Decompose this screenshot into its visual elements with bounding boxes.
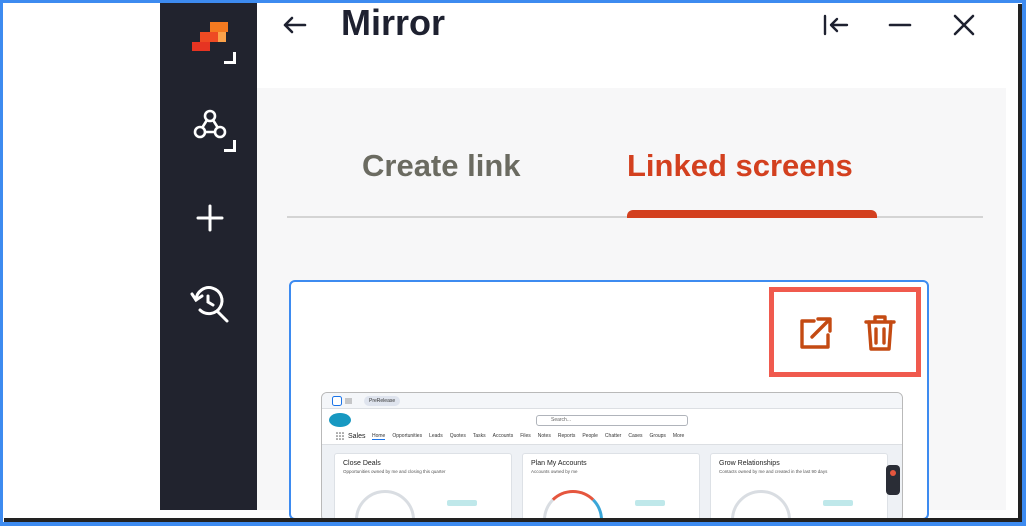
close-icon[interactable] <box>947 10 981 40</box>
tab-linked-screens[interactable]: Linked screens <box>627 148 853 184</box>
cloud-logo-icon <box>329 413 351 427</box>
thumbnail-nav-item: Cases <box>628 433 643 439</box>
thumbnail-widget <box>886 465 900 495</box>
open-external-icon[interactable] <box>796 312 836 354</box>
linked-screen-card[interactable]: PreRelease Search... Sales Home Opportun… <box>289 280 929 522</box>
network-nodes-icon[interactable] <box>178 92 242 156</box>
window-shadow <box>1018 4 1026 526</box>
thumbnail-panel: Close Deals Opportunities owned by me an… <box>334 453 512 521</box>
thumbnail-panel-title: Close Deals <box>343 460 381 467</box>
thumbnail-panel-subtitle: Accounts owned by me <box>531 469 578 474</box>
thumbnail-search: Search... <box>536 415 688 426</box>
active-tab-indicator <box>627 210 877 218</box>
logo-icon[interactable] <box>178 4 242 68</box>
desktop-background <box>3 3 160 515</box>
collapse-left-icon[interactable] <box>819 10 853 40</box>
thumbnail-app-name: Sales <box>348 433 366 440</box>
app-window: Mirror Create link Linked screens PreRel… <box>0 0 1026 526</box>
trash-icon[interactable] <box>860 312 900 354</box>
thumbnail-nav-item: Tasks <box>472 433 486 439</box>
thumbnail-nav: Home Opportunities Leads Quotes Tasks Ac… <box>372 433 684 440</box>
corner-indicator <box>224 52 236 64</box>
thumbnail-panel-subtitle: Opportunities owned by me and closing th… <box>343 469 446 474</box>
actions-highlight <box>769 287 921 377</box>
thumbnail-panel-title: Grow Relationships <box>719 460 780 467</box>
window-shadow <box>4 518 1026 526</box>
thumbnail-pill <box>823 500 853 506</box>
thumbnail-pill <box>447 500 477 506</box>
thumbnail-panel: Grow Relationships Contacts owned by me … <box>710 453 888 521</box>
panel-header: Mirror <box>257 0 1006 88</box>
thumbnail-nav-item: More <box>672 433 685 439</box>
corner-indicator <box>224 140 236 152</box>
thumbnail-nav-item: Accounts <box>492 433 514 439</box>
minimize-icon[interactable] <box>883 10 917 40</box>
app-launcher-icon <box>336 432 344 440</box>
thumbnail-badge: PreRelease <box>364 396 401 406</box>
mirror-panel: Mirror Create link Linked screens PreRel… <box>257 0 1006 522</box>
thumbnail-nav-item: Notes <box>537 433 551 439</box>
thumbnail-nav-item: Chatter <box>604 433 622 439</box>
plus-icon[interactable] <box>178 186 242 250</box>
arrow-left-icon[interactable] <box>279 10 311 40</box>
history-search-icon[interactable] <box>178 272 242 336</box>
thumbnail-panel-title: Plan My Accounts <box>531 460 587 467</box>
thumbnail-window-controls-icon <box>332 396 352 406</box>
thumbnail-nav-item: Reports <box>557 433 576 439</box>
thumbnail-nav-item: Home <box>372 433 386 440</box>
side-rail <box>160 0 257 510</box>
screen-thumbnail[interactable]: PreRelease Search... Sales Home Opportun… <box>321 392 903 522</box>
thumbnail-topbar: PreRelease <box>322 393 902 409</box>
page-title: Mirror <box>341 2 446 43</box>
tab-create-link[interactable]: Create link <box>362 148 521 184</box>
thumbnail-panel: Plan My Accounts Accounts owned by me <box>522 453 700 521</box>
thumbnail-nav-item: Quotes <box>449 433 466 439</box>
thumbnail-nav-item: Groups <box>649 433 666 439</box>
thumbnail-nav-item: People <box>582 433 598 439</box>
thumbnail-panel-subtitle: Contacts owned by me and created in the … <box>719 469 828 474</box>
thumbnail-nav-item: Opportunities <box>392 433 423 439</box>
tab-bar: Create link Linked screens <box>287 140 983 218</box>
thumbnail-nav-item: Files <box>520 433 531 439</box>
thumbnail-nav-item: Leads <box>429 433 443 439</box>
thumbnail-pill <box>635 500 665 506</box>
thumbnail-header: Search... Sales Home Opportunities Leads… <box>322 409 902 445</box>
